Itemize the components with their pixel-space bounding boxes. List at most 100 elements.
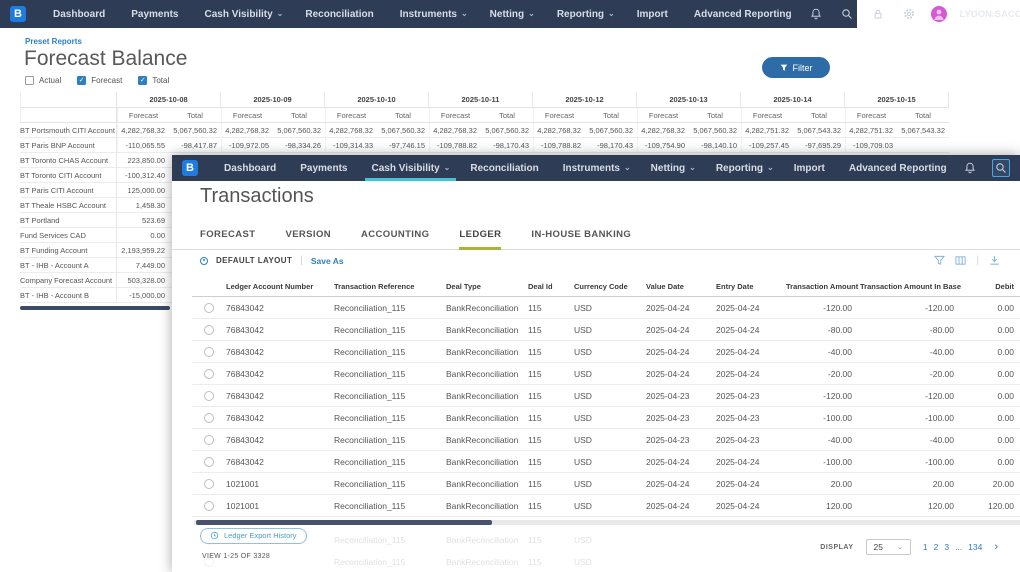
tab[interactable]: IN-HOUSE BANKING: [531, 223, 631, 250]
account-name: BT Toronto CHAS Account: [20, 153, 117, 167]
column-header[interactable]: Ledger Account Number: [226, 282, 334, 291]
table-row[interactable]: 76843042 Reconciliation_115 BankReconcil…: [192, 429, 1020, 451]
column-header[interactable]: Value Date: [646, 282, 716, 291]
user-email[interactable]: LYDON.SACOFF@BOTTOM...: [960, 9, 1020, 20]
tab[interactable]: ACCOUNTING: [361, 223, 429, 250]
actual-checkbox[interactable]: Actual: [25, 76, 61, 85]
nav-menu-item[interactable]: Payments: [120, 0, 193, 28]
nav-menu-item[interactable]: Reporting ⌄: [546, 0, 626, 28]
columns-icon[interactable]: [955, 255, 966, 266]
nav-menu-item[interactable]: Advanced Reporting: [683, 0, 807, 28]
cell-entry-date: 2025-04-23: [716, 391, 786, 401]
search-icon[interactable]: [838, 5, 856, 23]
row-radio-button[interactable]: [204, 413, 214, 423]
column-header[interactable]: Deal Type: [446, 282, 528, 291]
horizontal-scrollbar[interactable]: [194, 520, 1020, 525]
horizontal-scrollbar-thumb[interactable]: [20, 306, 170, 310]
page-number[interactable]: ...: [955, 542, 962, 552]
table-row[interactable]: 76843042 Reconciliation_115 BankReconcil…: [192, 297, 1020, 319]
horizontal-scrollbar-thumb[interactable]: [196, 520, 492, 525]
nav-menu-item[interactable]: Cash Visibility ⌄: [193, 0, 294, 28]
cell-debit: 0.00: [968, 325, 1018, 335]
subcolumn-header: Forecast: [325, 108, 377, 122]
cell-value-date: 2025-04-24: [646, 501, 716, 511]
row-radio-button[interactable]: [204, 457, 214, 467]
cell-ledger-account: 76843042: [226, 391, 334, 401]
page-number[interactable]: 134: [968, 542, 982, 552]
nav-item-label: Advanced Reporting: [694, 9, 792, 20]
table-row[interactable]: 76843042 Reconciliation_115 BankReconcil…: [192, 451, 1020, 473]
column-header[interactable]: Entry Date: [716, 282, 786, 291]
nav-menu-item[interactable]: Reporting ⌄: [706, 155, 784, 181]
column-header[interactable]: Deal Id: [528, 282, 574, 291]
column-header[interactable]: Transaction Reference: [334, 282, 446, 291]
nav-menu-item[interactable]: Import: [626, 0, 683, 28]
cell-deal-id: 115: [528, 413, 574, 423]
row-radio-button[interactable]: [204, 303, 214, 313]
table-row[interactable]: 1021001 Reconciliation_115 BankReconcili…: [192, 495, 1020, 517]
nav-menu-item[interactable]: Instruments ⌄: [553, 155, 641, 181]
page-number[interactable]: 2: [934, 542, 939, 552]
page-size-dropdown[interactable]: 25 ⌄: [866, 539, 911, 555]
cell-deal-type: BankReconciliation: [446, 325, 528, 335]
filter-button[interactable]: Filter: [762, 57, 830, 78]
user-avatar[interactable]: [931, 6, 947, 22]
lock-icon[interactable]: [869, 5, 887, 23]
nav-menu-item[interactable]: Reconciliation: [294, 0, 388, 28]
cell-ledger-account: 1021001: [226, 479, 334, 489]
nav-menu-item[interactable]: Reconciliation: [460, 155, 552, 181]
nav-menu-item[interactable]: Netting ⌄: [479, 0, 546, 28]
row-radio-button[interactable]: [204, 347, 214, 357]
table-row[interactable]: 76843042 Reconciliation_115 BankReconcil…: [192, 341, 1020, 363]
column-header[interactable]: Transaction Amount: [786, 282, 860, 291]
tab[interactable]: FORECAST: [200, 223, 255, 250]
download-icon[interactable]: [989, 255, 1000, 266]
tab[interactable]: LEDGER: [459, 223, 501, 250]
checkbox-icon: ✓: [77, 76, 86, 85]
tab[interactable]: VERSION: [285, 223, 331, 250]
table-row[interactable]: 1021001 Reconciliation_115 BankReconcili…: [192, 473, 1020, 495]
page-number[interactable]: 3: [944, 542, 949, 552]
row-radio-button[interactable]: [204, 391, 214, 401]
gear-icon[interactable]: [900, 5, 918, 23]
column-header[interactable]: Currency Code: [574, 282, 646, 291]
account-name: BT Paris BNP Account: [20, 138, 117, 152]
column-header[interactable]: Debit: [968, 282, 1018, 291]
row-radio-button[interactable]: [204, 479, 214, 489]
app-logo[interactable]: B: [182, 160, 198, 176]
nav-menu-item[interactable]: Advanced Reporting: [839, 155, 961, 181]
table-row[interactable]: 76843042 Reconciliation_115 BankReconcil…: [192, 385, 1020, 407]
layout-selector[interactable]: DEFAULT LAYOUT | Save As: [200, 255, 344, 266]
layout-radio-icon: [200, 257, 208, 265]
column-header[interactable]: Transaction Amount In Base: [860, 282, 968, 291]
filter-icon[interactable]: [934, 255, 945, 266]
page-number[interactable]: 1: [923, 542, 928, 552]
breadcrumb[interactable]: Preset Reports: [25, 37, 82, 46]
save-as-link[interactable]: Save As: [311, 256, 344, 266]
row-radio-button[interactable]: [204, 325, 214, 335]
nav-menu-item[interactable]: Instruments ⌄: [389, 0, 479, 28]
divider: |: [300, 255, 303, 266]
nav-menu-item[interactable]: Netting ⌄: [641, 155, 706, 181]
cell-transaction-reference: Reconciliation_115: [334, 303, 446, 313]
search-icon[interactable]: [992, 159, 1010, 177]
total-checkbox[interactable]: ✓ Total: [138, 76, 169, 85]
cell-deal-type: BankReconciliation: [446, 535, 528, 545]
nav-menu-item[interactable]: Cash Visibility ⌄: [361, 155, 460, 181]
table-row[interactable]: 76843042 Reconciliation_115 BankReconcil…: [192, 407, 1020, 429]
forecast-checkbox[interactable]: ✓ Forecast: [77, 76, 122, 85]
table-row[interactable]: 76843042 Reconciliation_115 BankReconcil…: [192, 363, 1020, 385]
row-radio-button[interactable]: [204, 435, 214, 445]
ledger-export-history-button[interactable]: Ledger Export History: [200, 528, 307, 544]
table-row[interactable]: 76843042 Reconciliation_115 BankReconcil…: [192, 319, 1020, 341]
nav-menu-item[interactable]: Import: [784, 155, 839, 181]
nav-menu-item[interactable]: Dashboard: [42, 0, 120, 28]
bell-icon[interactable]: [807, 5, 825, 23]
nav-menu-item[interactable]: Payments: [290, 155, 361, 181]
next-page-icon[interactable]: ›: [994, 542, 998, 553]
row-radio-button[interactable]: [204, 501, 214, 511]
nav-menu-item[interactable]: Dashboard: [214, 155, 290, 181]
row-radio-button[interactable]: [204, 369, 214, 379]
app-logo[interactable]: B: [10, 6, 26, 22]
bell-icon[interactable]: [961, 159, 979, 177]
